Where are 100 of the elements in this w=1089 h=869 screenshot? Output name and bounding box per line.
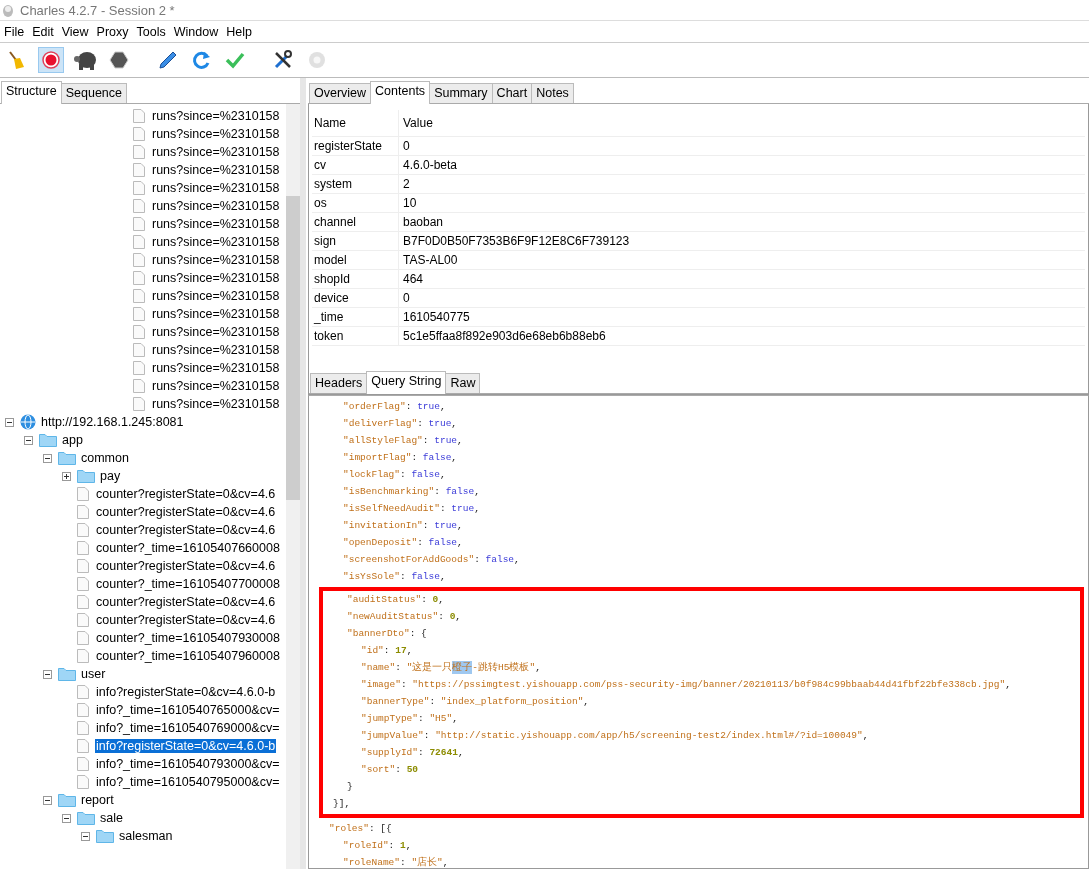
tree-item[interactable]: counter?_time=16105407700008 bbox=[95, 577, 281, 591]
tab[interactable]: Overview bbox=[309, 83, 372, 103]
tree-item[interactable]: counter?_time=16105407960008 bbox=[95, 649, 281, 663]
code-line: } bbox=[346, 780, 354, 794]
menu-item[interactable]: Help bbox=[222, 24, 256, 39]
tree-item[interactable]: runs?since=%2310158 bbox=[151, 361, 281, 375]
menu-item[interactable]: Tools bbox=[132, 24, 170, 39]
tree-item[interactable]: info?_time=1610540795000&cv= bbox=[95, 775, 281, 789]
file-icon bbox=[77, 559, 89, 573]
tree-item[interactable]: runs?since=%2310158 bbox=[151, 235, 281, 249]
file-icon bbox=[133, 127, 145, 141]
window-title: Charles 4.2.7 - Session 2 * bbox=[20, 2, 175, 18]
tree-item[interactable]: common bbox=[80, 451, 130, 465]
menu-item[interactable]: Proxy bbox=[92, 24, 133, 39]
file-icon bbox=[77, 595, 89, 609]
tree-item[interactable]: salesman bbox=[118, 829, 174, 843]
file-icon bbox=[77, 505, 89, 519]
file-icon bbox=[133, 361, 145, 375]
toggle-icon[interactable] bbox=[24, 435, 33, 445]
file-icon bbox=[133, 325, 145, 339]
table-cell: 1610540775 bbox=[403, 310, 470, 324]
code-line: "jumpType": "H5", bbox=[360, 712, 459, 726]
tree-item[interactable]: user bbox=[80, 667, 107, 681]
tree-item[interactable]: runs?since=%2310158 bbox=[151, 379, 281, 393]
tree-item[interactable]: runs?since=%2310158 bbox=[151, 307, 281, 321]
tree-item[interactable]: counter?registerState=0&cv=4.6 bbox=[95, 595, 277, 609]
tree-item[interactable]: info?registerState=0&cv=4.6.0-b bbox=[95, 685, 277, 699]
scrollbar[interactable] bbox=[286, 104, 300, 869]
tree-item[interactable]: runs?since=%2310158 bbox=[151, 343, 281, 357]
tree-item[interactable]: counter?_time=16105407660008 bbox=[95, 541, 281, 555]
tree-item[interactable]: runs?since=%2310158 bbox=[151, 217, 281, 231]
tab[interactable]: Query String bbox=[366, 371, 447, 394]
tree-item[interactable]: report bbox=[80, 793, 115, 807]
toggle-icon[interactable] bbox=[62, 471, 71, 481]
code-line: "isBenchmarking": false, bbox=[342, 485, 481, 499]
tab[interactable]: Structure bbox=[1, 81, 62, 104]
code-line: "jumpValue": "http://static.yishouapp.com/app/h5/screening-test2/index.html#/?id=100049", bbox=[360, 729, 870, 743]
menu-item[interactable]: Edit bbox=[28, 24, 58, 39]
toggle-icon[interactable] bbox=[5, 417, 14, 427]
tree-item[interactable]: info?registerState=0&cv=4.6.0-b bbox=[95, 739, 277, 753]
refresh-icon bbox=[190, 49, 212, 71]
table-cell: 2 bbox=[403, 177, 410, 191]
tab[interactable]: Summary bbox=[429, 83, 493, 103]
file-icon bbox=[133, 307, 145, 321]
tree-item[interactable]: runs?since=%2310158 bbox=[151, 127, 281, 141]
code-line: "supplyId": 72641, bbox=[360, 746, 465, 760]
menu-item[interactable]: File bbox=[0, 24, 29, 39]
table-cell: 0 bbox=[403, 291, 410, 305]
tab[interactable]: Raw bbox=[445, 373, 481, 393]
tree-item[interactable]: runs?since=%2310158 bbox=[151, 181, 281, 195]
folder-icon bbox=[77, 469, 95, 483]
file-icon bbox=[133, 235, 145, 249]
tree-item[interactable]: runs?since=%2310158 bbox=[151, 145, 281, 159]
tree-item[interactable]: runs?since=%2310158 bbox=[151, 109, 281, 123]
file-icon bbox=[77, 541, 89, 555]
code-line: "name": "这是一只橙子-跳转H5模板", bbox=[360, 660, 542, 676]
tab[interactable]: Headers bbox=[310, 373, 368, 393]
record-icon bbox=[40, 49, 62, 71]
tree-item[interactable]: app bbox=[61, 433, 84, 447]
file-icon bbox=[133, 199, 145, 213]
toggle-icon[interactable] bbox=[43, 795, 52, 805]
file-icon bbox=[77, 631, 89, 645]
tree-item[interactable]: sale bbox=[99, 811, 124, 825]
file-icon bbox=[77, 613, 89, 627]
menu-item[interactable]: View bbox=[57, 24, 93, 39]
tree-item[interactable]: runs?since=%2310158 bbox=[151, 271, 281, 285]
tree-item[interactable]: info?_time=1610540765000&cv= bbox=[95, 703, 281, 717]
tab[interactable]: Sequence bbox=[60, 83, 128, 103]
hexagon-stop-icon bbox=[108, 49, 130, 71]
tab[interactable]: Contents bbox=[370, 81, 431, 104]
table-cell: 4.6.0-beta bbox=[403, 158, 458, 172]
file-icon bbox=[77, 523, 89, 537]
table-cell: device bbox=[314, 291, 349, 305]
tree-item[interactable]: runs?since=%2310158 bbox=[151, 325, 281, 339]
tree-item[interactable]: info?_time=1610540793000&cv= bbox=[95, 757, 281, 771]
tree-item[interactable]: counter?registerState=0&cv=4.6 bbox=[95, 613, 277, 627]
tab[interactable]: Notes bbox=[531, 83, 574, 103]
tree-item[interactable]: runs?since=%2310158 bbox=[151, 253, 281, 267]
table-cell: B7F0D0B50F7353B6F9F12E8C6F739123 bbox=[403, 234, 630, 248]
tree-item[interactable]: counter?registerState=0&cv=4.6 bbox=[95, 505, 277, 519]
toggle-icon[interactable] bbox=[81, 831, 90, 841]
tree-item[interactable]: runs?since=%2310158 bbox=[151, 163, 281, 177]
toggle-icon[interactable] bbox=[62, 813, 71, 823]
tools-icon bbox=[272, 49, 294, 71]
tree-item[interactable]: pay bbox=[99, 469, 122, 483]
file-icon bbox=[133, 163, 145, 177]
tree-item[interactable]: runs?since=%2310158 bbox=[151, 289, 281, 303]
file-icon bbox=[77, 739, 89, 753]
tree-item[interactable]: info?_time=1610540769000&cv= bbox=[95, 721, 281, 735]
tree-item[interactable]: runs?since=%2310158 bbox=[151, 199, 281, 213]
tree-item[interactable]: http://192.168.1.245:8081 bbox=[40, 415, 185, 429]
tree-item[interactable]: counter?registerState=0&cv=4.6 bbox=[95, 523, 277, 537]
tree-item[interactable]: counter?registerState=0&cv=4.6 bbox=[95, 487, 277, 501]
menu-item[interactable]: Window bbox=[169, 24, 223, 39]
tab[interactable]: Chart bbox=[491, 83, 533, 103]
toggle-icon[interactable] bbox=[43, 453, 52, 463]
tree-item[interactable]: counter?registerState=0&cv=4.6 bbox=[95, 559, 277, 573]
tree-item[interactable]: counter?_time=16105407930008 bbox=[95, 631, 281, 645]
toggle-icon[interactable] bbox=[43, 669, 52, 679]
tree-item[interactable]: runs?since=%2310158 bbox=[151, 397, 281, 411]
